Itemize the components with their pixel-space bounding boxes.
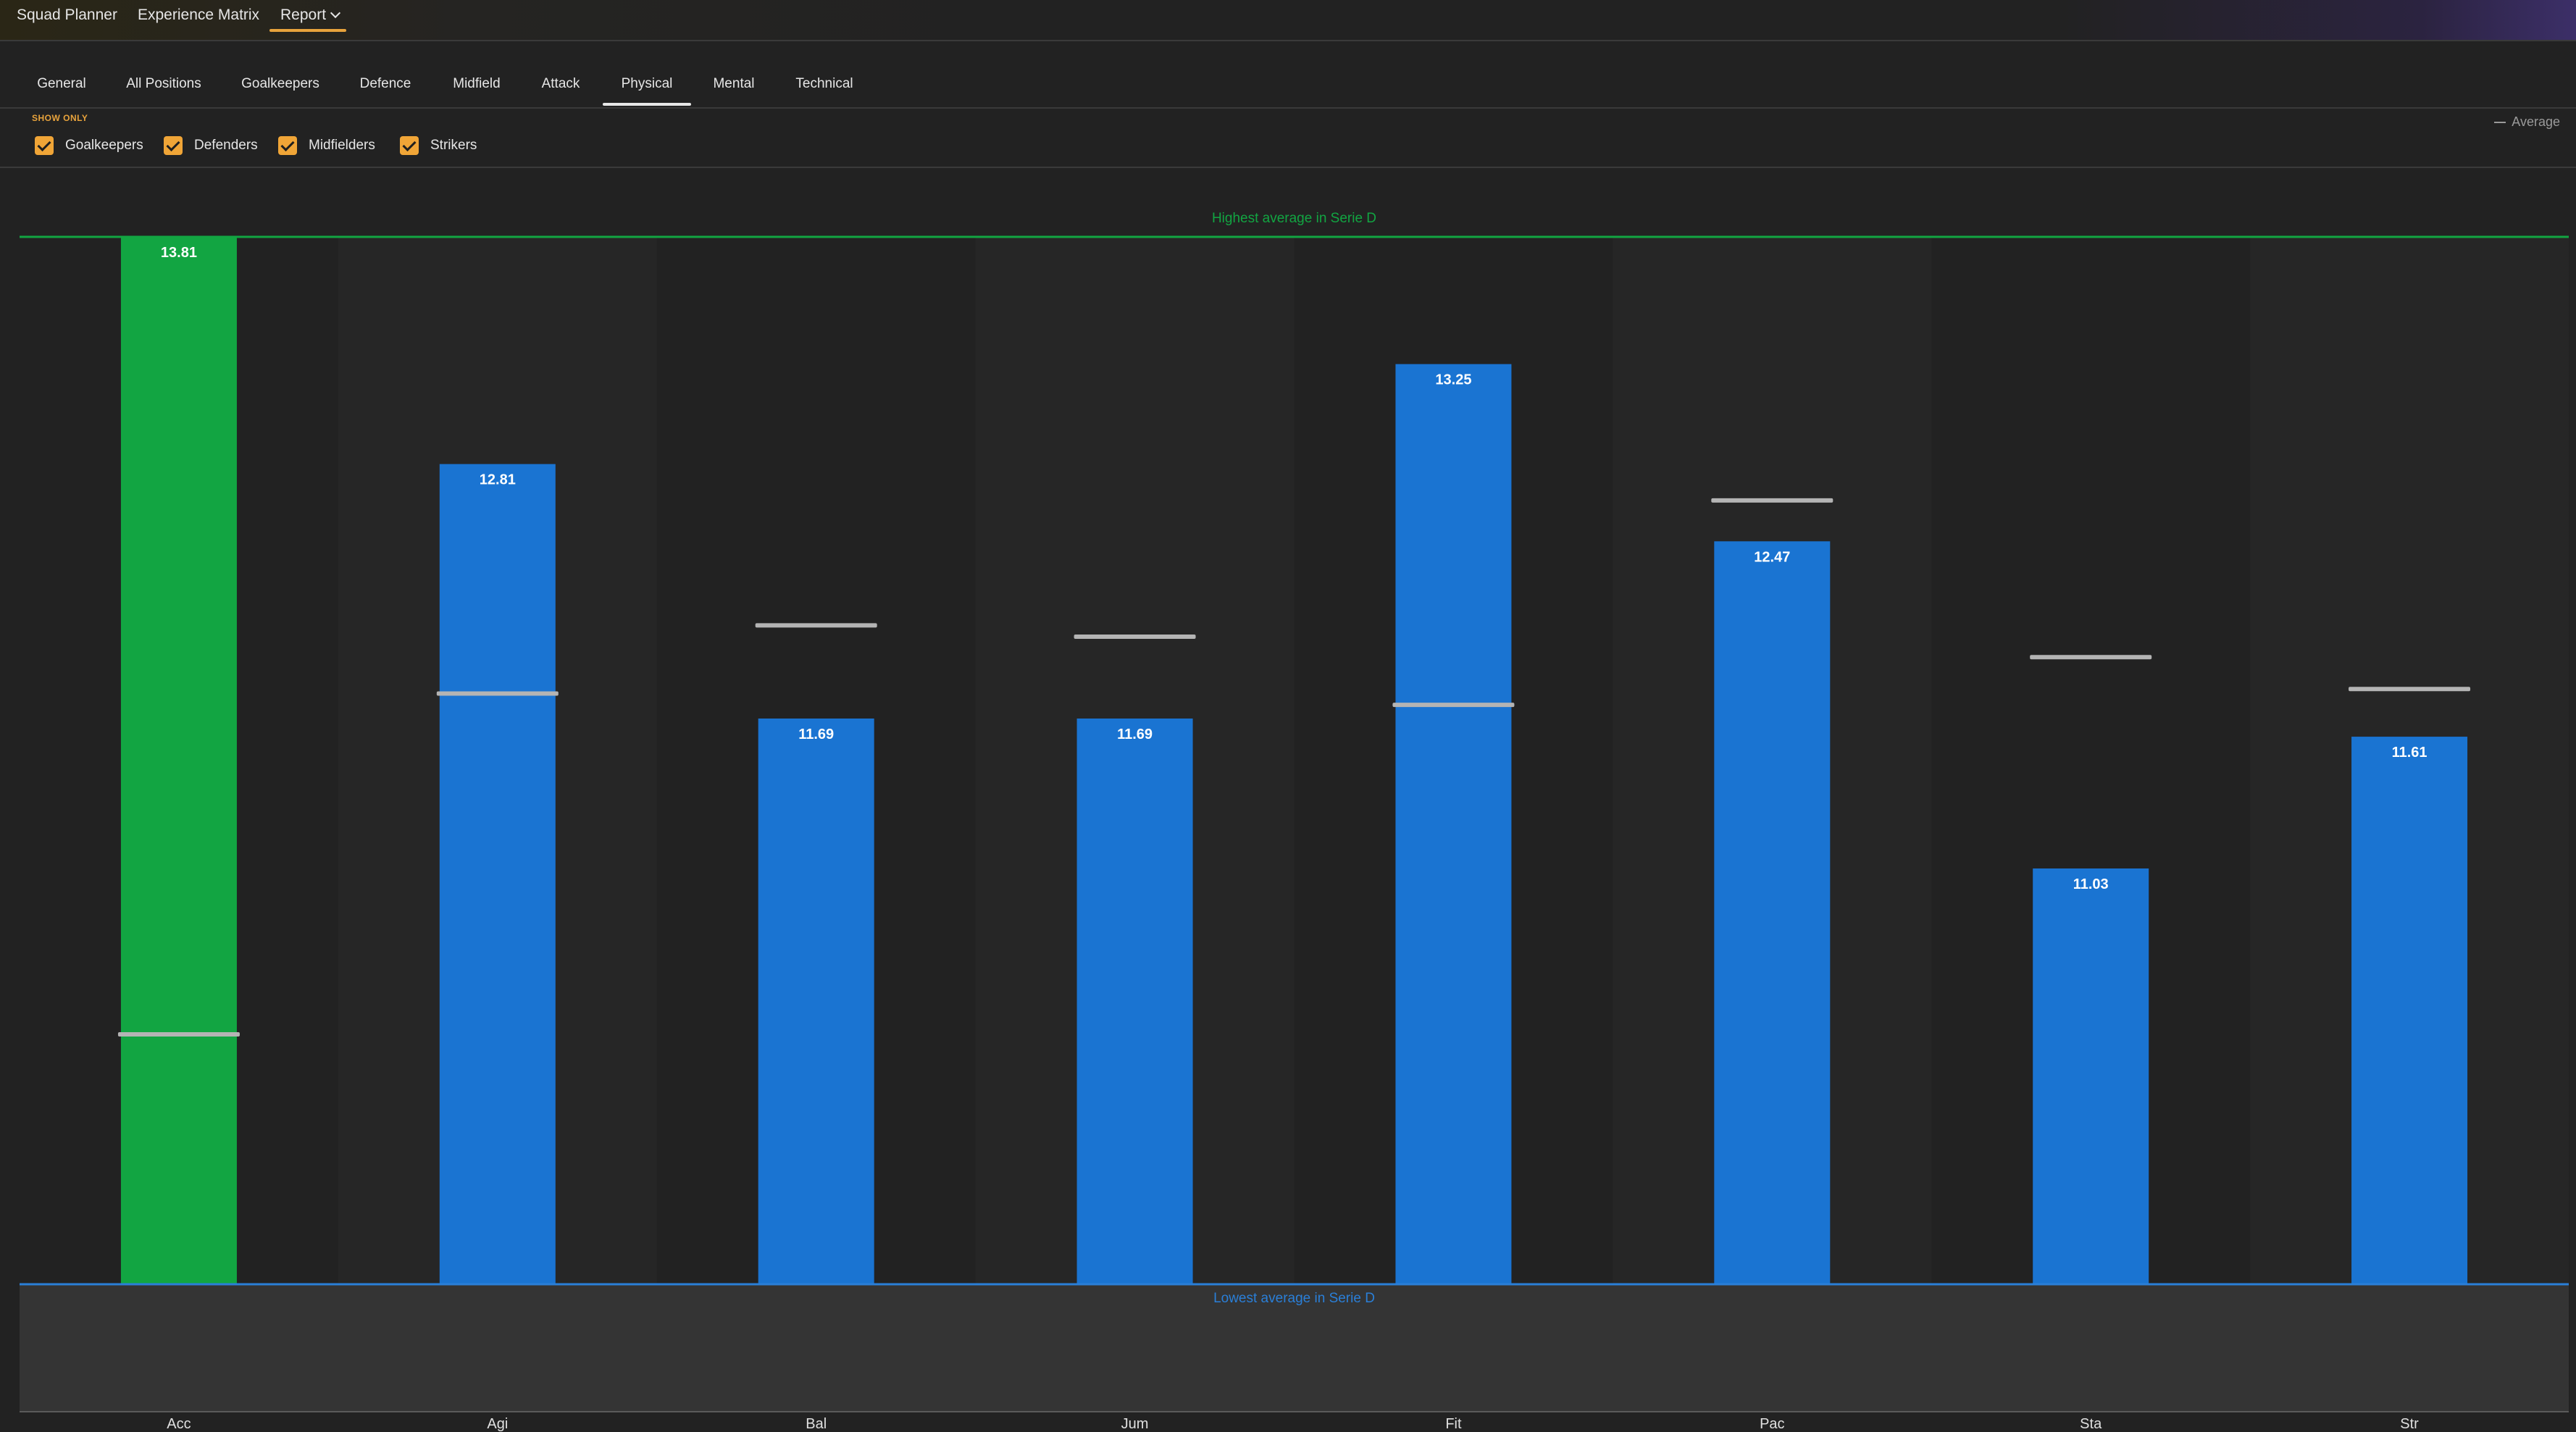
average-marker <box>2030 655 2152 660</box>
bar-pac <box>1714 541 1831 1284</box>
average-marker <box>117 1031 240 1037</box>
bar-value-label: 12.81 <box>480 472 516 488</box>
active-nav-indicator <box>269 29 346 32</box>
legend-average-label: Average <box>2512 114 2560 129</box>
category-label: Agi <box>487 1416 508 1432</box>
bar-value-label: 13.25 <box>1435 372 1471 388</box>
average-marker <box>2349 687 2471 692</box>
tab-physical[interactable]: Physical <box>603 65 691 106</box>
tab-attack[interactable]: Attack <box>532 65 590 106</box>
show-only-title: SHOW ONLY <box>32 113 88 123</box>
tab-all-positions[interactable]: All Positions <box>116 65 212 106</box>
bar-value-label: 11.61 <box>2392 745 2427 761</box>
average-dash-icon <box>2494 122 2506 124</box>
filter-goalkeepers-label: Goalkeepers <box>65 138 143 153</box>
bar-agi <box>439 464 556 1284</box>
tab-goalkeepers[interactable]: Goalkeepers <box>233 65 327 106</box>
category-label: Str <box>2400 1416 2419 1432</box>
average-marker <box>436 691 559 696</box>
nav-experience-matrix[interactable]: Experience Matrix <box>138 0 259 38</box>
bar-value-label: 12.47 <box>1754 549 1790 565</box>
category-label: Jum <box>1121 1416 1149 1432</box>
bar-str <box>2351 737 2468 1284</box>
checkbox-checked-icon[interactable] <box>35 136 54 155</box>
category-label: Fit <box>1445 1416 1462 1432</box>
bar-jum <box>1076 718 1193 1284</box>
filter-defenders[interactable]: Defenders <box>164 133 258 158</box>
tab-general[interactable]: General <box>29 65 94 106</box>
nav-report[interactable]: Report <box>280 0 341 38</box>
nav-squad-planner[interactable]: Squad Planner <box>17 0 117 38</box>
divider <box>0 167 2576 168</box>
tab-midfield[interactable]: Midfield <box>443 65 510 106</box>
checkbox-checked-icon[interactable] <box>164 136 183 155</box>
bar-value-label: 13.81 <box>161 245 197 261</box>
bar-value-label: 11.03 <box>2073 876 2109 892</box>
chart-legend: Average <box>2494 114 2560 130</box>
filter-midfielders-label: Midfielders <box>309 138 375 153</box>
tab-bar: General All Positions Goalkeepers Defenc… <box>0 65 2576 109</box>
tab-technical[interactable]: Technical <box>787 65 862 106</box>
category-label: Bal <box>806 1416 827 1432</box>
category-label: Sta <box>2080 1416 2102 1432</box>
highest-average-label: Highest average in Serie D <box>1212 211 1376 226</box>
filter-strikers-label: Strikers <box>430 138 477 153</box>
filter-goalkeepers[interactable]: Goalkeepers <box>35 133 143 158</box>
checkbox-checked-icon[interactable] <box>278 136 297 155</box>
average-marker <box>1392 703 1515 708</box>
category-label: Pac <box>1760 1416 1784 1432</box>
top-navigation: Squad Planner Experience Matrix Report <box>0 0 2576 41</box>
filter-strikers[interactable]: Strikers <box>400 133 477 158</box>
bar-value-label: 11.69 <box>798 727 834 742</box>
bar-fit <box>1395 364 1512 1284</box>
bar-sta <box>2033 868 2149 1284</box>
bar-bal <box>758 718 874 1284</box>
lowest-average-label: Lowest average in Serie D <box>1213 1291 1375 1306</box>
tab-mental[interactable]: Mental <box>703 65 765 106</box>
filter-defenders-label: Defenders <box>194 138 258 153</box>
category-label: Acc <box>167 1416 191 1432</box>
average-marker <box>755 623 877 628</box>
nav-report-label: Report <box>280 7 327 23</box>
tab-defence[interactable]: Defence <box>349 65 422 106</box>
bar-value-label: 11.69 <box>1117 727 1153 742</box>
average-marker <box>1074 635 1196 640</box>
bar-acc <box>120 237 237 1284</box>
checkbox-checked-icon[interactable] <box>400 136 419 155</box>
average-marker <box>1711 498 1833 503</box>
filter-midfielders[interactable]: Midfielders <box>278 133 375 158</box>
physical-attributes-chart: Highest average in Serie D 13.81 Acc 12.81 A… <box>20 211 2569 1432</box>
chevron-down-icon <box>330 7 341 19</box>
